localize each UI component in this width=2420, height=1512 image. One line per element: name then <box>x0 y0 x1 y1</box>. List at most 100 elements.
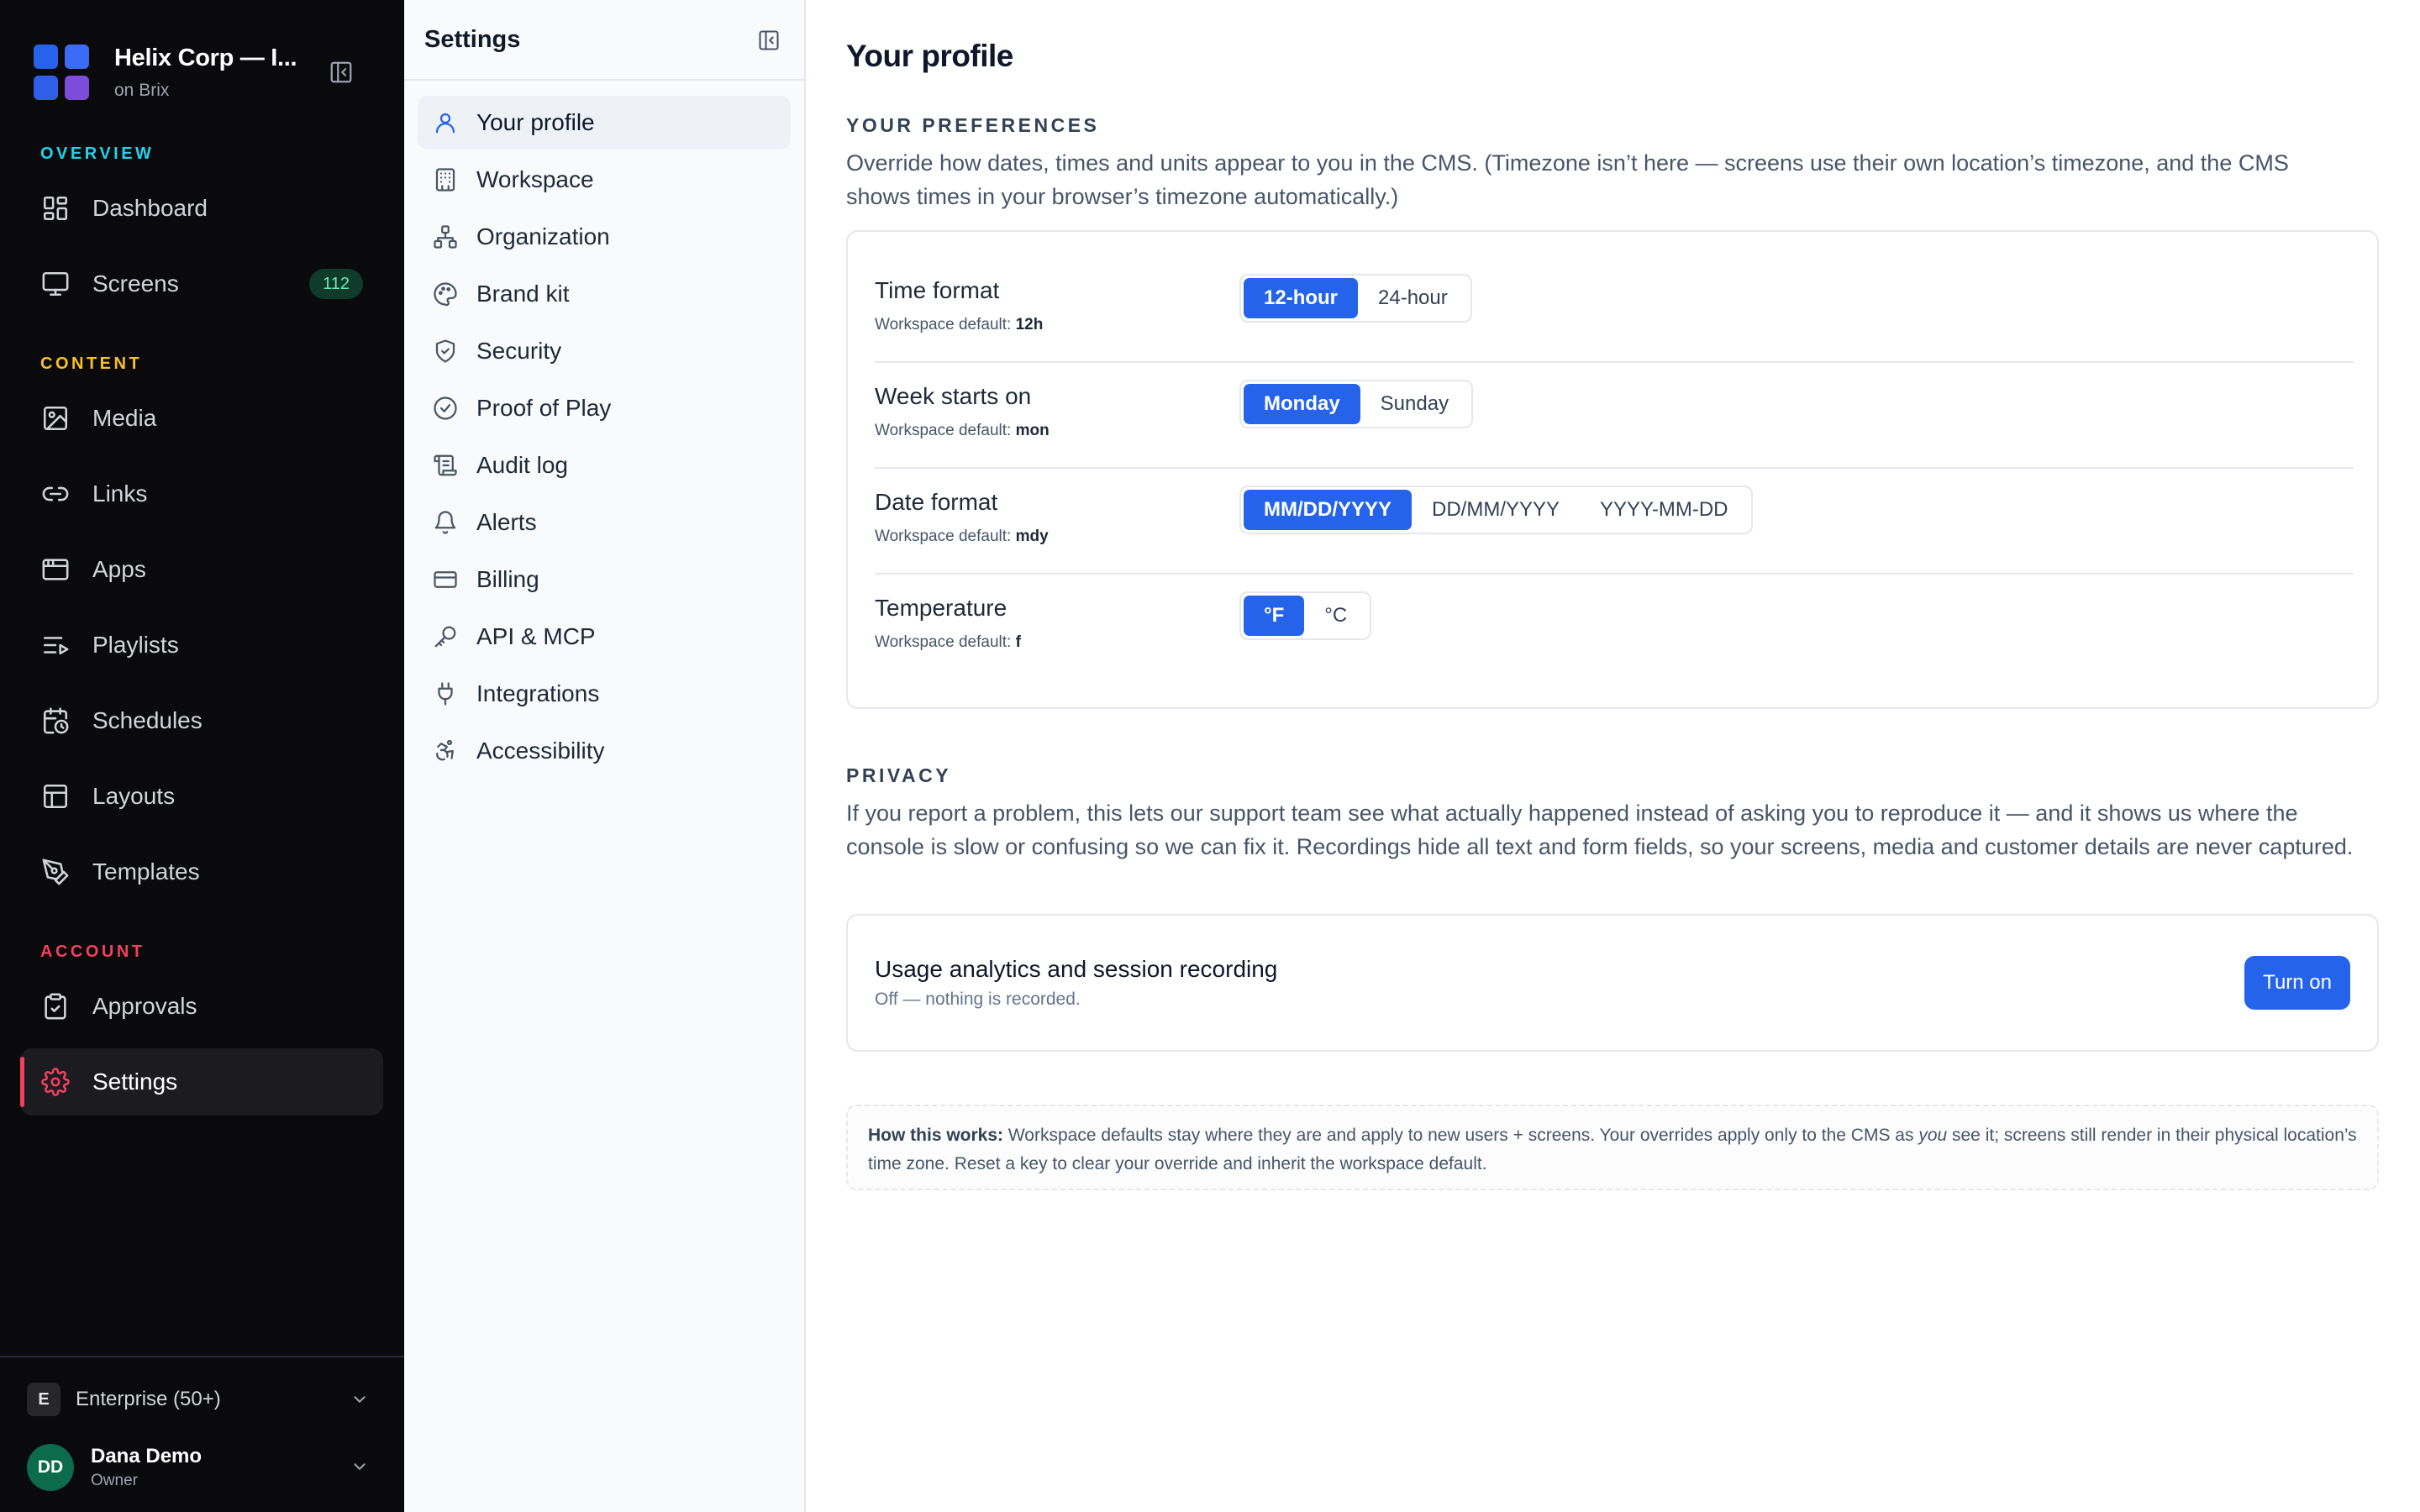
settings-item-integrations[interactable]: Integrations <box>418 667 791 721</box>
settings-item-alerts[interactable]: Alerts <box>418 496 791 549</box>
sidebar-item-label: Templates <box>92 858 200 885</box>
pref-label: Date format <box>875 489 998 515</box>
sidebar-item-apps[interactable]: Apps <box>20 536 383 603</box>
preferences-card: Time format Workspace default: 12h 12-ho… <box>846 230 2379 709</box>
sidebar-item-media[interactable]: Media <box>20 385 383 452</box>
settings-item-billing[interactable]: Billing <box>418 553 791 606</box>
pref-row-week-start: Week starts on Workspace default: mon Mo… <box>875 363 2354 469</box>
screens-count-badge: 112 <box>309 269 363 299</box>
monitor-icon <box>40 269 71 299</box>
settings-item-security[interactable]: Security <box>418 324 791 378</box>
settings-item-organization[interactable]: Organization <box>418 210 791 264</box>
pref-default: Workspace default: mon <box>875 422 1050 439</box>
plan-chip: E <box>27 1383 60 1416</box>
sidebar-item-dashboard[interactable]: Dashboard <box>20 175 383 242</box>
pref-default: Workspace default: f <box>875 633 1021 651</box>
settings-item-label: API & MCP <box>476 623 596 649</box>
option-sunday[interactable]: Sunday <box>1360 384 1469 424</box>
sidebar-item-links[interactable]: Links <box>20 460 383 528</box>
pref-label: Time format <box>875 277 1000 303</box>
settings-nav: Settings Your profile Workspace Organiza… <box>404 0 806 1512</box>
main-content: Your profile YOUR PREFERENCES Override h… <box>806 0 2420 1512</box>
scroll-icon <box>431 451 460 480</box>
sidebar-item-layouts[interactable]: Layouts <box>20 763 383 830</box>
pref-default: Workspace default: 12h <box>875 316 1044 333</box>
brand-logo <box>34 45 89 100</box>
sidebar-item-templates[interactable]: Templates <box>20 838 383 906</box>
settings-nav-header: Settings <box>404 0 804 81</box>
shield-icon <box>431 337 460 365</box>
sidebar-item-playlists[interactable]: Playlists <box>20 612 383 679</box>
settings-item-your-profile[interactable]: Your profile <box>418 96 791 150</box>
app-window-icon <box>40 554 71 585</box>
building-icon <box>431 165 460 194</box>
nav-section-overview: OVERVIEW <box>40 144 155 163</box>
plug-icon <box>431 680 460 708</box>
option-12-hour[interactable]: 12-hour <box>1244 278 1359 318</box>
sidebar-item-label: Dashboard <box>92 195 208 221</box>
sidebar-item-label: Playlists <box>92 632 179 658</box>
link-icon <box>40 479 71 509</box>
option-24-hour[interactable]: 24-hour <box>1358 278 1468 318</box>
workspace-name: Helix Corp — I... <box>114 44 297 71</box>
analytics-status: Off — nothing is recorded. <box>875 990 1081 1009</box>
settings-item-api-mcp[interactable]: API & MCP <box>418 610 791 664</box>
panel-collapse-icon[interactable] <box>755 27 782 54</box>
sidebar-item-label: Schedules <box>92 707 203 733</box>
settings-nav-title: Settings <box>424 25 521 53</box>
chevron-down-icon <box>348 1388 371 1411</box>
sidebar-item-label: Approvals <box>92 993 197 1019</box>
nav-section-account: ACCOUNT <box>40 942 145 961</box>
option-fahrenheit[interactable]: °F <box>1244 596 1305 636</box>
option-yyyy-mm-dd[interactable]: YYYY-MM-DD <box>1580 490 1748 530</box>
settings-item-label: Security <box>476 338 562 364</box>
how-this-works-note: How this works: Workspace defaults stay … <box>846 1105 2379 1190</box>
option-monday[interactable]: Monday <box>1244 384 1360 424</box>
pen-tool-icon <box>40 857 71 887</box>
sidebar-item-settings[interactable]: Settings <box>20 1048 383 1116</box>
settings-item-workspace[interactable]: Workspace <box>418 153 791 207</box>
sidebar-collapse-icon[interactable] <box>328 59 355 86</box>
pref-row-temperature: Temperature Workspace default: f °F °C <box>875 575 2354 680</box>
settings-item-proof-of-play[interactable]: Proof of Play <box>418 381 791 435</box>
sidebar-item-label: Apps <box>92 556 146 582</box>
option-celsius[interactable]: °C <box>1304 596 1367 636</box>
pref-label: Temperature <box>875 595 1007 621</box>
option-mm-dd-yyyy[interactable]: MM/DD/YYYY <box>1244 490 1413 530</box>
settings-item-label: Alerts <box>476 509 537 535</box>
plan-switcher[interactable]: E Enterprise (50+) <box>27 1381 380 1418</box>
turn-on-button[interactable]: Turn on <box>2244 956 2350 1010</box>
settings-item-label: Workspace <box>476 166 594 192</box>
settings-item-label: Your profile <box>476 109 595 135</box>
sidebar-footer: E Enterprise (50+) DD Dana Demo Owner <box>0 1356 404 1512</box>
week-start-toggle: Monday Sunday <box>1239 380 1474 428</box>
temperature-toggle: °F °C <box>1239 591 1372 640</box>
calendar-clock-icon <box>40 706 71 736</box>
pref-label: Week starts on <box>875 383 1032 409</box>
settings-item-audit-log[interactable]: Audit log <box>418 438 791 492</box>
palette-icon <box>431 280 460 308</box>
layout-icon <box>40 781 71 811</box>
settings-item-accessibility[interactable]: Accessibility <box>418 724 791 778</box>
pref-row-date-format: Date format Workspace default: mdy MM/DD… <box>875 469 2354 575</box>
workspace-switcher[interactable]: Helix Corp — I... on Brix <box>34 39 378 106</box>
sidebar-item-label: Media <box>92 405 157 431</box>
workspace-subtitle: on Brix <box>114 80 170 100</box>
page-title: Your profile <box>846 39 1013 73</box>
sidebar-item-approvals[interactable]: Approvals <box>20 973 383 1040</box>
sidebar-item-screens[interactable]: Screens 112 <box>20 250 383 318</box>
image-icon <box>40 403 71 433</box>
check-circle-icon <box>431 394 460 423</box>
settings-item-brand-kit[interactable]: Brand kit <box>418 267 791 321</box>
preferences-heading: YOUR PREFERENCES <box>846 114 1100 136</box>
user-menu[interactable]: DD Dana Demo Owner <box>27 1441 380 1494</box>
org-chart-icon <box>431 223 460 251</box>
option-dd-mm-yyyy[interactable]: DD/MM/YYYY <box>1412 490 1580 530</box>
sidebar-item-schedules[interactable]: Schedules <box>20 687 383 754</box>
bell-icon <box>431 508 460 537</box>
settings-item-label: Billing <box>476 566 539 592</box>
user-name: Dana Demo <box>91 1445 203 1467</box>
gear-icon <box>40 1067 71 1097</box>
nav-section-content: CONTENT <box>40 354 143 373</box>
sidebar-item-label: Links <box>92 480 148 507</box>
